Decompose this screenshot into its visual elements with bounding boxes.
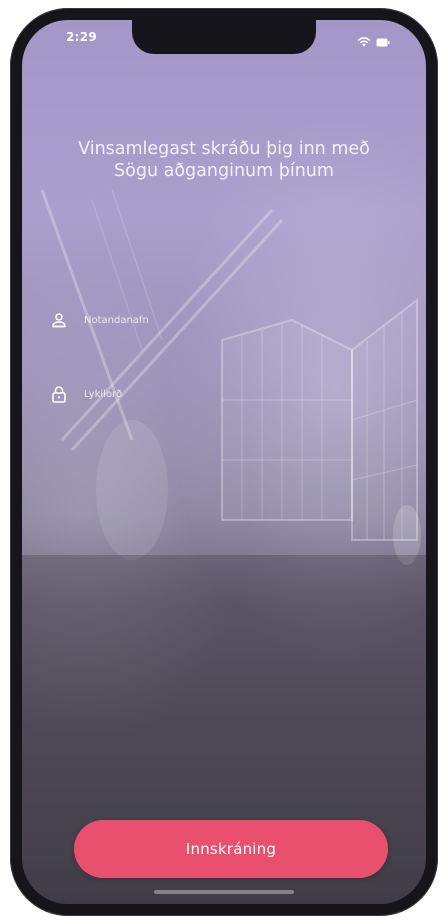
login-heading: Vinsamlegast skráðu þig inn með Sögu aðg…	[42, 138, 406, 182]
home-indicator	[154, 890, 294, 894]
login-button[interactable]: Innskráning	[74, 820, 388, 878]
app-screen: 2:29 Vinsamlegast skráðu þig inn með Sög…	[22, 20, 426, 904]
status-time: 2:29	[66, 30, 98, 44]
username-input[interactable]	[84, 314, 400, 326]
password-field[interactable]	[48, 374, 400, 414]
device-notch	[132, 20, 316, 54]
heading-line-2: Sögu aðganginum þínum	[114, 161, 334, 181]
password-input[interactable]	[84, 388, 400, 400]
wifi-icon	[357, 32, 371, 51]
phone-frame: 2:29 Vinsamlegast skráðu þig inn með Sög…	[10, 8, 438, 916]
heading-line-1: Vinsamlegast skráðu þig inn með	[78, 139, 370, 159]
lock-icon	[48, 383, 70, 405]
username-field[interactable]	[48, 300, 400, 340]
battery-icon	[376, 32, 390, 51]
user-icon	[48, 309, 70, 331]
status-icons	[357, 32, 390, 51]
